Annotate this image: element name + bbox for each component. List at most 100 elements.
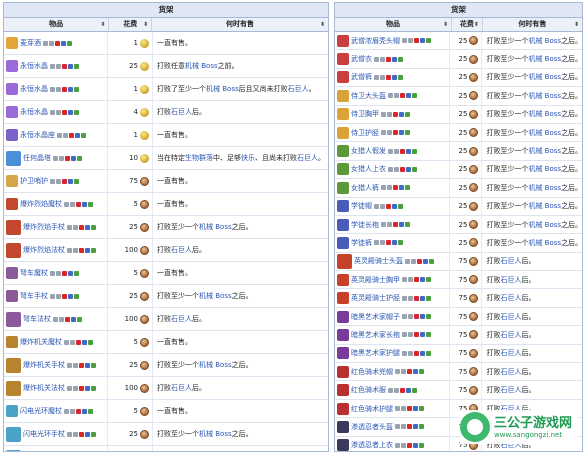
when-link[interactable]: 机械 Boss: [528, 72, 561, 82]
when-link[interactable]: 机械 Boss: [528, 54, 561, 64]
when-link[interactable]: 机械 Boss: [199, 360, 232, 370]
platform-icon: [91, 362, 96, 368]
column-header-when[interactable]: 何时有售 ⬍: [152, 18, 328, 31]
item-name-link[interactable]: 英灵殿骑士护胫: [351, 293, 400, 303]
when-link[interactable]: 机械 Boss: [528, 201, 561, 211]
when-link[interactable]: 石巨人: [500, 293, 521, 303]
when-link[interactable]: 石巨人: [500, 256, 521, 266]
when-link[interactable]: 石巨人: [500, 312, 521, 322]
when-link[interactable]: 石巨人: [171, 383, 192, 393]
when-link[interactable]: 生物群落: [185, 153, 213, 163]
sort-icon[interactable]: ⬍: [143, 18, 148, 31]
item-name-link[interactable]: 渗透忍者头盔: [351, 422, 393, 432]
item-name-link[interactable]: 武僧裤: [351, 72, 372, 82]
column-header-cost[interactable]: 花费 ⬍: [109, 18, 153, 31]
when-link[interactable]: 石巨人: [500, 385, 521, 395]
item-name-link[interactable]: 学徒帽: [351, 201, 372, 211]
when-link[interactable]: 快乐: [241, 153, 255, 163]
item-name-link[interactable]: 麦芽酒: [20, 38, 41, 48]
when-cell: 打败石巨人后。: [153, 308, 328, 330]
when-link[interactable]: 机械 Boss: [528, 183, 561, 193]
when-link[interactable]: 石巨人: [171, 107, 192, 117]
item-name-link[interactable]: 武僧衣: [351, 54, 372, 64]
item-name-link[interactable]: 女猎人裤: [351, 183, 379, 193]
when-link[interactable]: 机械 Boss: [528, 36, 561, 46]
platform-icons: [50, 178, 79, 184]
when-link[interactable]: 机械 Boss: [528, 91, 561, 101]
sort-icon[interactable]: ⬍: [443, 18, 448, 31]
item-name-link[interactable]: 侍卫胸甲: [351, 109, 379, 119]
item-name-link[interactable]: 永恒水晶: [20, 84, 48, 94]
platform-icon: [402, 295, 407, 301]
when-link[interactable]: 石巨人: [500, 367, 521, 377]
when-text: 后。: [521, 312, 536, 321]
column-header-cost[interactable]: 花费 ⬍: [452, 18, 483, 31]
when-link[interactable]: 石巨人: [500, 330, 521, 340]
item-sprite-icon: [6, 357, 21, 373]
item-name-link[interactable]: 侍卫护胫: [351, 128, 379, 138]
cost-cell: 75: [450, 289, 483, 307]
item-name-link[interactable]: 护卫哨护: [20, 176, 48, 186]
column-header-item[interactable]: 物品 ⬍: [4, 18, 110, 31]
when-link[interactable]: 机械 Boss: [528, 128, 561, 138]
item-name-link[interactable]: 爆炸烈焰法杖: [23, 245, 65, 255]
when-link[interactable]: 机械 Boss: [528, 109, 561, 119]
item-name-link[interactable]: 武僧浓眉秃头帽: [351, 36, 400, 46]
when-link[interactable]: 机械 Boss: [206, 84, 239, 94]
when-link[interactable]: 机械 Boss: [185, 61, 218, 71]
item-name-link[interactable]: 永恒水晶: [20, 107, 48, 117]
item-name-link[interactable]: 渗透忍者上衣: [351, 440, 393, 450]
item-name-link[interactable]: 暗黑艺术家长袍: [351, 330, 400, 340]
column-header-item[interactable]: 物品 ⬍: [335, 18, 453, 31]
sort-icon[interactable]: ⬍: [474, 18, 479, 31]
when-link[interactable]: 机械 Boss: [528, 146, 561, 156]
item-name-link[interactable]: 爆炸机关手杖: [23, 360, 65, 370]
item-name-link[interactable]: 学徒裤: [351, 238, 372, 248]
item-name-link[interactable]: 英灵殿骑士头盔: [354, 256, 403, 266]
when-link[interactable]: 石巨人: [297, 153, 318, 163]
item-name-link[interactable]: 红色骑术护腿: [351, 404, 393, 414]
item-name-link[interactable]: 英灵殿骑士胸甲: [351, 275, 400, 285]
sort-icon[interactable]: ⬍: [100, 18, 105, 31]
defender-medal-icon: [469, 312, 479, 322]
when-cell: 打败石巨人后。: [153, 239, 328, 261]
when-link[interactable]: 机械 Boss: [199, 429, 232, 439]
sort-icon[interactable]: ⬍: [320, 18, 325, 31]
item-name-link[interactable]: 闪电光环手杖: [23, 429, 65, 439]
sort-icon[interactable]: ⬍: [574, 18, 579, 31]
item-name-link[interactable]: 爆炸烈焰魔杖: [20, 199, 62, 209]
item-name-link[interactable]: 红色骑术服: [351, 385, 386, 395]
item-name-link[interactable]: 学徒长袍: [351, 220, 379, 230]
item-name-link[interactable]: 任何晶塔: [23, 153, 51, 163]
item-name-link[interactable]: 弩车魔杖: [20, 268, 48, 278]
when-link[interactable]: 机械 Boss: [528, 220, 561, 230]
item-name-link[interactable]: 爆炸机关魔杖: [20, 337, 62, 347]
item-name-link[interactable]: 弩车手杖: [20, 291, 48, 301]
when-link[interactable]: 石巨人: [171, 314, 192, 324]
when-link[interactable]: 石巨人: [500, 348, 521, 358]
item-name-link[interactable]: 侍卫大头盔: [351, 91, 386, 101]
item-name-link[interactable]: 女猎人上衣: [351, 164, 386, 174]
when-link[interactable]: 石巨人: [500, 275, 521, 285]
item-name-link[interactable]: 女猎人假发: [351, 146, 386, 156]
item-name-link[interactable]: 永恒水晶座: [20, 130, 55, 140]
when-link[interactable]: 机械 Boss: [199, 222, 232, 232]
platform-icon: [387, 222, 392, 228]
item-name-link[interactable]: 暗黑艺术家护腿: [351, 348, 400, 358]
item-name-link[interactable]: 红色骑术兜帽: [351, 367, 393, 377]
when-link[interactable]: 石巨人: [288, 84, 309, 94]
when-link[interactable]: 机械 Boss: [528, 164, 561, 174]
column-header-when[interactable]: 何时有售 ⬍: [483, 18, 582, 31]
item-name-link[interactable]: 爆炸机关法杖: [23, 383, 65, 393]
cost-value: 25: [129, 292, 139, 300]
table-row: 学徒长袍 25 打败至少一个 机械 Boss 之后。: [335, 215, 582, 235]
item-name-link[interactable]: 暗黑艺术家帽子: [351, 312, 400, 322]
item-name-link[interactable]: 闪电光环魔杖: [20, 406, 62, 416]
item-name-link[interactable]: 爆炸烈焰手杖: [23, 222, 65, 232]
when-link[interactable]: 机械 Boss: [199, 291, 232, 301]
platform-icon: [82, 201, 87, 207]
when-link[interactable]: 石巨人: [171, 245, 192, 255]
item-name-link[interactable]: 永恒水晶: [20, 61, 48, 71]
item-name-link[interactable]: 弩车法杖: [23, 314, 51, 324]
when-link[interactable]: 机械 Boss: [528, 238, 561, 248]
